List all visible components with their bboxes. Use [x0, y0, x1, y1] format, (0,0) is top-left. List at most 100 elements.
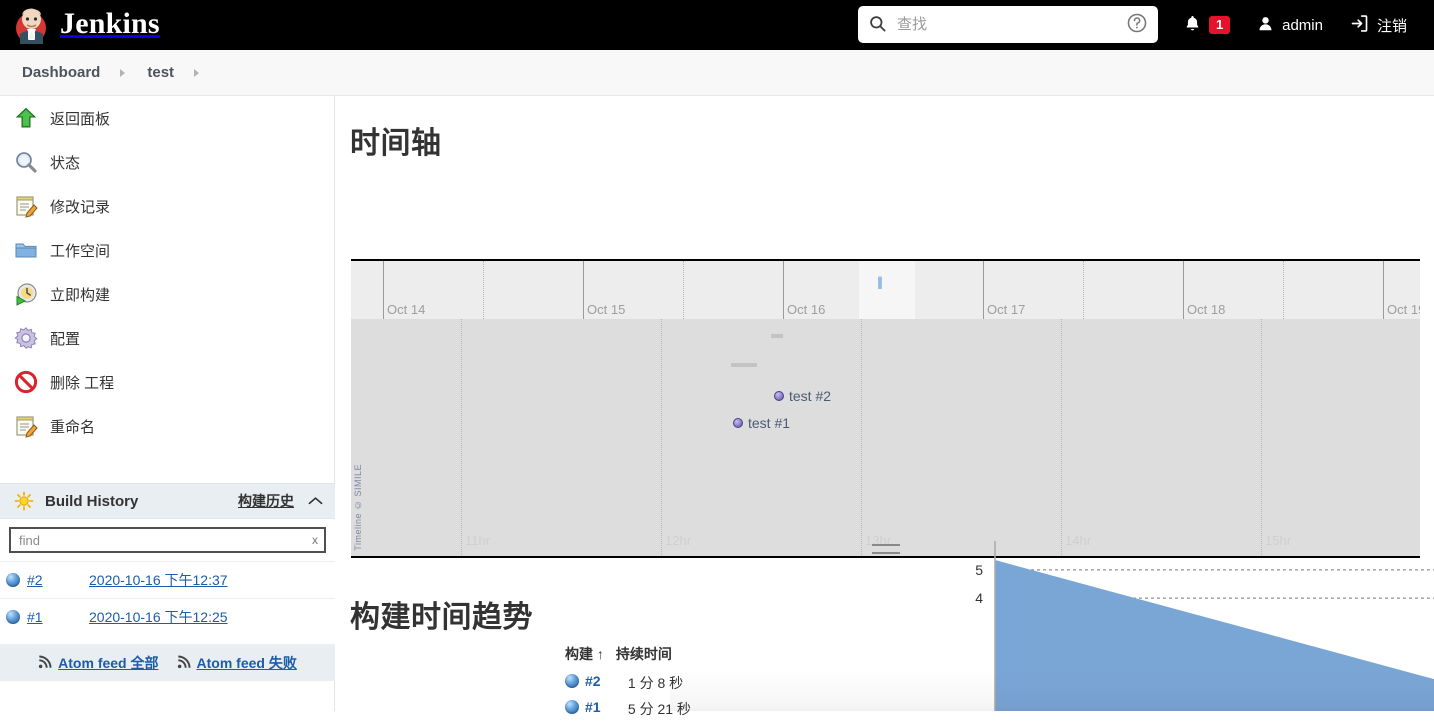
- timeline-credit[interactable]: Timeline © SIMILE: [353, 464, 363, 551]
- chart-y-tick-label: 4: [975, 590, 983, 606]
- chart-area-series[interactable]: [995, 560, 1434, 711]
- build-history-header[interactable]: Build History 构建历史: [0, 483, 335, 519]
- sidebar-item-changes[interactable]: 修改记录: [0, 184, 334, 228]
- chart-y-tick-label: 5: [975, 562, 983, 578]
- sidebar-item-delete-project[interactable]: 删除 工程: [0, 360, 334, 404]
- build-number-link[interactable]: #1: [27, 609, 89, 625]
- atom-feed-failed-link[interactable]: Atom feed 失败: [197, 653, 297, 673]
- table-header-row: 构建 ↑ 持续时间: [565, 644, 691, 670]
- build-history-row[interactable]: #1 2020-10-16 下午12:25: [0, 598, 335, 635]
- timeline-day-label: Oct 19: [1383, 302, 1420, 317]
- build-history-find-row: x: [0, 519, 335, 561]
- user-name-label: admin: [1282, 17, 1323, 34]
- sidebar-item-build-now[interactable]: 立即构建: [0, 272, 334, 316]
- timeline-band-hours[interactable]: 11hr 12hr 13hr 14hr 15hr test #2 test #1…: [351, 319, 1420, 556]
- event-bubble-icon: [774, 391, 784, 401]
- timeline-hour-label: 12hr: [661, 533, 691, 548]
- notification-count-badge: 1: [1209, 16, 1230, 34]
- blue-ball-icon: [565, 700, 579, 714]
- timeline-day-label: Oct 17: [983, 302, 1025, 317]
- jenkins-home-link[interactable]: Jenkins: [0, 6, 160, 44]
- timeline-resize-handle[interactable]: [872, 544, 900, 554]
- timeline-hour-tick: [1261, 319, 1262, 556]
- timeline-minor-tick: [683, 261, 684, 319]
- build-history-spacer: [0, 635, 335, 644]
- timeline-event[interactable]: test #2: [774, 388, 831, 404]
- person-icon: [1256, 14, 1275, 37]
- column-header-duration[interactable]: 持续时间: [604, 644, 691, 670]
- atom-feed-all[interactable]: Atom feed 全部: [38, 653, 158, 673]
- breadcrumb-item-dashboard[interactable]: Dashboard: [0, 64, 100, 81]
- logout-button[interactable]: 注销: [1336, 0, 1420, 50]
- blue-ball-icon: [6, 573, 20, 587]
- logout-label: 注销: [1377, 15, 1407, 36]
- build-history-link[interactable]: 构建历史: [238, 491, 294, 511]
- find-input[interactable]: [17, 532, 308, 549]
- notifications-button[interactable]: 1: [1170, 0, 1243, 50]
- timeline-event[interactable]: test #1: [733, 415, 790, 431]
- no-entry-icon: [14, 370, 38, 394]
- sidebar-item-label: 返回面板: [50, 108, 110, 129]
- timeline-minor-tick: [1283, 261, 1284, 319]
- sidebar-item-configure[interactable]: 配置: [0, 316, 334, 360]
- timeline-day-label: Oct 14: [383, 302, 425, 317]
- event-bubble-icon: [733, 418, 743, 428]
- atom-feed-all-link[interactable]: Atom feed 全部: [58, 653, 158, 673]
- gear-icon: [14, 326, 38, 350]
- timeline-hour-tick: [861, 319, 862, 556]
- build-history-body: x #2 2020-10-16 下午12:37 #1 2020-10-16 下午…: [0, 519, 335, 681]
- trend-duration-cell: 1 分 8 秒: [604, 670, 691, 696]
- timeline-highlight-band: [859, 261, 915, 319]
- sidebar-item-rename[interactable]: 重命名: [0, 404, 334, 448]
- sort-ascending-icon[interactable]: ↑: [597, 646, 604, 662]
- search-input[interactable]: [887, 15, 1126, 34]
- sidebar-item-label: 状态: [50, 152, 80, 173]
- build-time-trend-chart[interactable]: 45: [935, 541, 1434, 711]
- timeline-duration-bar: [731, 363, 757, 367]
- breadcrumb: Dashboard test: [0, 50, 1434, 96]
- brand-title: Jenkins: [60, 9, 160, 42]
- sidebar-item-label: 删除 工程: [50, 372, 114, 393]
- chevron-right-icon: [194, 69, 199, 77]
- help-icon[interactable]: [1126, 12, 1148, 37]
- table-row: #2 1 分 8 秒: [565, 670, 691, 696]
- trend-build-link[interactable]: #1: [585, 699, 601, 715]
- top-header-bar: Jenkins 1: [0, 0, 1434, 50]
- trend-chart-svg: 45: [935, 541, 1434, 711]
- trend-build-link[interactable]: #2: [585, 673, 601, 689]
- timeline-day-label: Oct 15: [583, 302, 625, 317]
- breadcrumb-item-test[interactable]: test: [125, 64, 174, 81]
- chevron-up-icon[interactable]: [308, 494, 323, 509]
- clear-find-icon[interactable]: x: [308, 533, 318, 547]
- build-date-link[interactable]: 2020-10-16 下午12:37: [89, 570, 228, 590]
- folder-icon: [14, 238, 38, 262]
- timeline-day-label: Oct 18: [1183, 302, 1225, 317]
- sidebar-item-status[interactable]: 状态: [0, 140, 334, 184]
- atom-feed-failed[interactable]: Atom feed 失败: [177, 653, 297, 673]
- build-date-link[interactable]: 2020-10-16 下午12:25: [89, 607, 228, 627]
- sidebar-item-label: 立即构建: [50, 284, 110, 305]
- sidebar-item-workspace[interactable]: 工作空间: [0, 228, 334, 272]
- user-menu-button[interactable]: admin: [1243, 0, 1336, 50]
- sidebar-item-label: 工作空间: [50, 240, 110, 261]
- table-row: #1 5 分 21 秒: [565, 696, 691, 722]
- timeline-hour-tick: [1061, 319, 1062, 556]
- notepad-pencil-icon: [14, 194, 38, 218]
- notepad-pencil-icon: [14, 414, 38, 438]
- sidebar-item-back-to-dashboard[interactable]: 返回面板: [0, 96, 334, 140]
- timeline-widget[interactable]: ‖ Oct 14 Oct 15 Oct 16 Oct 17 Oct 18 Oct…: [351, 259, 1420, 558]
- sidebar-item-label: 配置: [50, 328, 80, 349]
- timeline-hour-tick: [661, 319, 662, 556]
- timeline-event-label: test #1: [748, 415, 790, 431]
- blue-ball-icon: [6, 610, 20, 624]
- find-box[interactable]: x: [9, 527, 326, 553]
- pause-icon[interactable]: ‖: [877, 275, 884, 289]
- page-title-build-time-trend: 构建时间趋势: [350, 592, 533, 636]
- column-header-build[interactable]: 构建 ↑: [565, 644, 604, 670]
- global-search-box[interactable]: [858, 6, 1158, 43]
- timeline-band-days[interactable]: ‖ Oct 14 Oct 15 Oct 16 Oct 17 Oct 18 Oct…: [351, 261, 1420, 319]
- trend-duration-cell: 5 分 21 秒: [604, 696, 691, 722]
- build-number-link[interactable]: #2: [27, 572, 89, 588]
- rss-icon: [38, 655, 52, 672]
- build-history-row[interactable]: #2 2020-10-16 下午12:37: [0, 561, 335, 598]
